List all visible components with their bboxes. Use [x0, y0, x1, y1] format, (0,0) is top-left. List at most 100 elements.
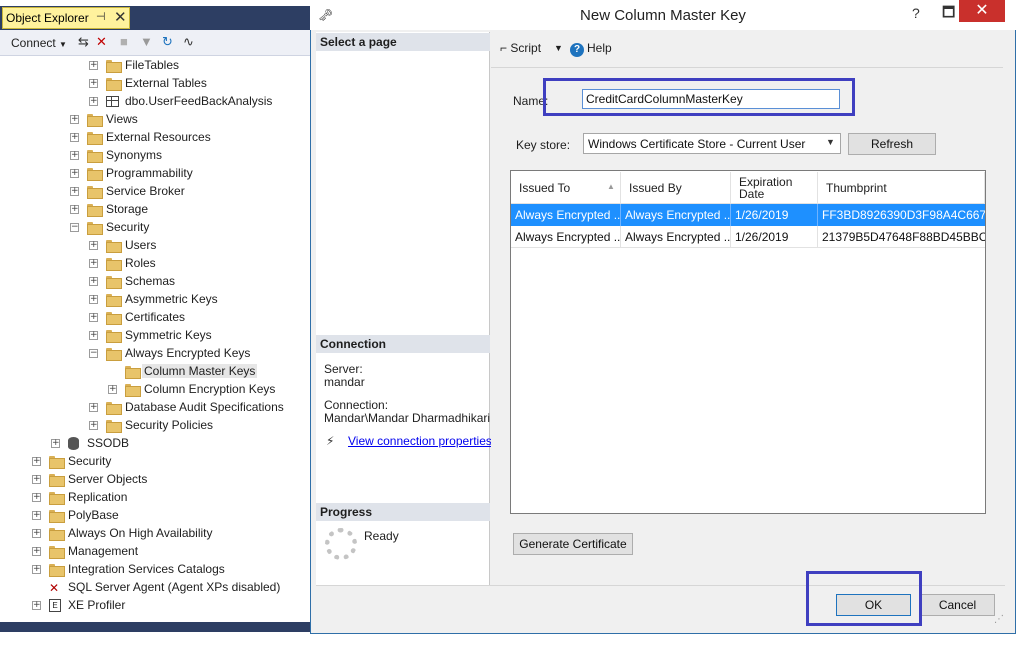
tree-node[interactable]: + Views: [0, 111, 308, 129]
tree-node[interactable]: + FileTables: [0, 57, 308, 75]
expand-icon[interactable]: +: [32, 565, 41, 574]
refresh-icon[interactable]: ↻: [162, 34, 173, 50]
expand-icon[interactable]: +: [32, 547, 41, 556]
folder-icon: [49, 528, 65, 541]
tree-node[interactable]: + Server Objects: [0, 471, 308, 489]
chevron-down-icon[interactable]: ▼: [826, 137, 835, 147]
expand-icon[interactable]: +: [89, 259, 98, 268]
stop-icon[interactable]: ■: [120, 34, 128, 49]
progress-spinner-icon: [325, 528, 357, 560]
tree-node[interactable]: + External Tables: [0, 75, 308, 93]
tree-node[interactable]: + SSODB: [0, 435, 308, 453]
expand-icon[interactable]: +: [32, 529, 41, 538]
connection-value: Mandar\Mandar Dharmadhikari: [324, 411, 491, 425]
expand-icon[interactable]: +: [89, 295, 98, 304]
expand-icon[interactable]: +: [70, 169, 79, 178]
expand-icon[interactable]: +: [89, 421, 98, 430]
pin-icon[interactable]: ⊣: [96, 10, 106, 23]
dialog-close-button[interactable]: ✕: [959, 0, 1005, 22]
close-icon[interactable]: ✕: [114, 8, 127, 26]
connect-icon[interactable]: ⇆: [78, 34, 89, 50]
resize-grip-icon[interactable]: ⋰: [994, 614, 1004, 625]
expand-icon[interactable]: +: [89, 97, 98, 106]
tree-node-label: Column Master Keys: [142, 364, 258, 378]
tree-node-label: FileTables: [125, 58, 180, 72]
column-header-thumbprint[interactable]: Thumbprint: [818, 172, 985, 204]
tree-node[interactable]: + Asymmetric Keys: [0, 291, 308, 309]
expand-icon[interactable]: +: [32, 493, 41, 502]
tree-node[interactable]: + Database Audit Specifications: [0, 399, 308, 417]
expand-icon[interactable]: +: [89, 277, 98, 286]
tree-node[interactable]: + Symmetric Keys: [0, 327, 308, 345]
tree-node[interactable]: + Programmability: [0, 165, 308, 183]
tree-node[interactable]: + Replication: [0, 489, 308, 507]
expand-icon[interactable]: +: [89, 61, 98, 70]
column-header-expiration-date[interactable]: Expiration Date: [731, 172, 818, 204]
tree-node[interactable]: − Always Encrypted Keys: [0, 345, 308, 363]
maximize-icon[interactable]: 🗖: [942, 2, 955, 26]
tree-node[interactable]: + E XE Profiler: [0, 597, 308, 615]
disconnect-icon[interactable]: ✕: [96, 34, 107, 50]
tree-node[interactable]: Column Master Keys: [0, 363, 308, 381]
expand-icon[interactable]: +: [89, 241, 98, 250]
tree-node[interactable]: − Security: [0, 219, 308, 237]
expand-icon[interactable]: +: [51, 439, 60, 448]
tree-node[interactable]: ✕ SQL Server Agent (Agent XPs disabled): [0, 579, 308, 597]
expand-icon[interactable]: +: [89, 79, 98, 88]
help-button[interactable]: ? Help: [570, 41, 612, 57]
expand-icon[interactable]: +: [70, 151, 79, 160]
select-page-header: Select a page: [316, 33, 490, 51]
connect-button[interactable]: Connect ▼: [11, 36, 67, 50]
expand-icon[interactable]: +: [70, 187, 79, 196]
tree-node[interactable]: + Storage: [0, 201, 308, 219]
tree-node[interactable]: + Security: [0, 453, 308, 471]
collapse-icon[interactable]: −: [89, 349, 98, 358]
tree-node-label: Always Encrypted Keys: [125, 346, 251, 360]
tree-node[interactable]: + Service Broker: [0, 183, 308, 201]
folder-icon: [106, 60, 122, 73]
folder-icon: [87, 204, 103, 217]
expand-icon[interactable]: +: [32, 475, 41, 484]
column-header-issued-by[interactable]: Issued By: [621, 172, 731, 204]
key-store-select[interactable]: Windows Certificate Store - Current User: [583, 133, 841, 154]
tree-node[interactable]: + PolyBase: [0, 507, 308, 525]
column-header-issued-to[interactable]: Issued To: [511, 172, 621, 204]
generate-certificate-button[interactable]: Generate Certificate: [513, 533, 633, 555]
expand-icon[interactable]: +: [70, 115, 79, 124]
tree-node[interactable]: + Integration Services Catalogs: [0, 561, 308, 579]
script-dropdown-chevron-icon[interactable]: ▼: [554, 43, 563, 53]
tree-node[interactable]: + External Resources: [0, 129, 308, 147]
expand-icon[interactable]: +: [108, 385, 117, 394]
table-row[interactable]: Always Encrypted ... Always Encrypted ..…: [511, 204, 985, 226]
tree-node[interactable]: + Always On High Availability: [0, 525, 308, 543]
tree-node[interactable]: + Management: [0, 543, 308, 561]
view-connection-properties-link[interactable]: View connection properties: [348, 434, 492, 448]
activity-monitor-icon[interactable]: ∿: [183, 34, 194, 50]
cell-issued-by: Always Encrypted ...: [621, 204, 731, 226]
dialog-title: New Column Master Key: [580, 7, 746, 24]
tree-node[interactable]: + Roles: [0, 255, 308, 273]
filter-icon[interactable]: ▼: [140, 34, 153, 49]
expand-icon[interactable]: +: [89, 403, 98, 412]
tree-node[interactable]: + Column Encryption Keys: [0, 381, 308, 399]
script-button[interactable]: ⌐ Script: [500, 41, 541, 55]
tree-node[interactable]: + dbo.UserFeedBackAnalysis: [0, 93, 308, 111]
collapse-icon[interactable]: −: [70, 223, 79, 232]
help-title-button[interactable]: ?: [912, 5, 920, 21]
expand-icon[interactable]: +: [89, 313, 98, 322]
expand-icon[interactable]: +: [32, 511, 41, 520]
tree-node[interactable]: + Certificates: [0, 309, 308, 327]
tree-node[interactable]: + Security Policies: [0, 417, 308, 435]
expand-icon[interactable]: +: [89, 331, 98, 340]
expand-icon[interactable]: +: [70, 133, 79, 142]
expand-icon[interactable]: +: [32, 601, 41, 610]
tree-node[interactable]: + Synonyms: [0, 147, 308, 165]
expand-icon[interactable]: +: [32, 457, 41, 466]
table-row[interactable]: Always Encrypted ... Always Encrypted ..…: [511, 226, 985, 248]
cancel-button[interactable]: Cancel: [920, 594, 995, 616]
tree-node[interactable]: + Schemas: [0, 273, 308, 291]
expand-icon[interactable]: +: [70, 205, 79, 214]
key-store-label: Key store:: [516, 138, 571, 152]
refresh-button[interactable]: Refresh: [848, 133, 936, 155]
tree-node[interactable]: + Users: [0, 237, 308, 255]
